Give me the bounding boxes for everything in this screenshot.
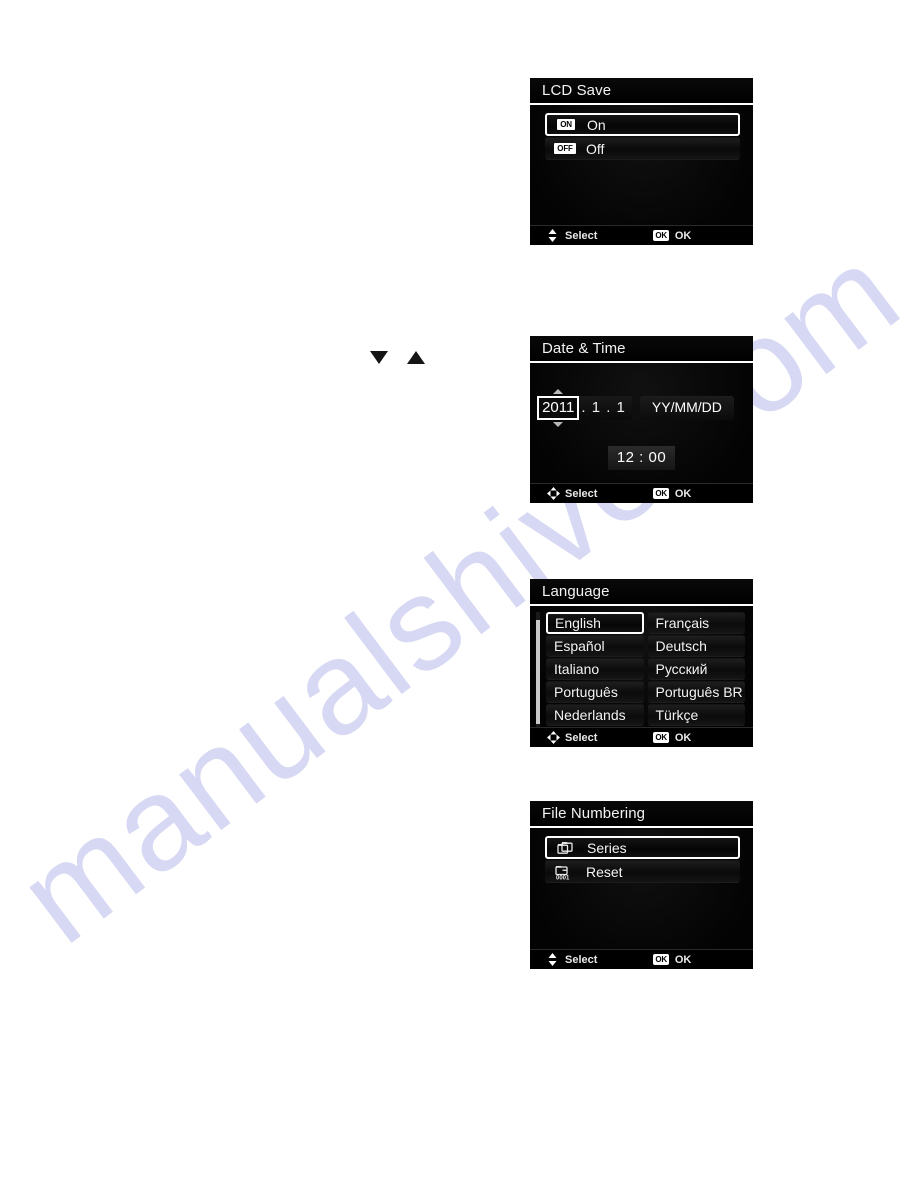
off-badge-icon: OFF — [552, 143, 578, 154]
screen-date-time: Date & Time 2011 . 1 . 1 YY/MM/DD 12 : 0… — [530, 336, 753, 503]
screen-body-date-time: 2011 . 1 . 1 YY/MM/DD 12 : 00 Select OK … — [530, 363, 753, 503]
time-value[interactable]: 12 : 00 — [607, 446, 676, 470]
on-badge-icon: ON — [553, 119, 579, 130]
footer-select-group: Select — [547, 229, 597, 242]
screen-title-language: Language — [530, 579, 753, 606]
option-label-series: Series — [587, 839, 627, 856]
date-format-value[interactable]: YY/MM/DD — [639, 396, 734, 420]
date-row: 2011 . 1 . 1 YY/MM/DD — [530, 389, 753, 427]
option-row-on[interactable]: ON On — [545, 113, 740, 136]
screen-body-language: English Français Español Deutsch Italian… — [530, 606, 753, 747]
option-row-reset[interactable]: 0001 Reset — [545, 860, 740, 883]
ok-badge-icon: OK — [653, 732, 669, 743]
screen-footer-lcd-save: Select OK OK — [530, 225, 753, 245]
year-spinner[interactable]: 2011 — [537, 389, 580, 427]
down-triangle-icon — [370, 351, 388, 364]
language-grid: English Français Español Deutsch Italian… — [546, 612, 745, 726]
language-cell-russian[interactable]: Русский — [647, 658, 745, 680]
screen-file-numbering: File Numbering Series 0001 Reset Select … — [530, 801, 753, 969]
option-label-off: Off — [586, 140, 605, 157]
folder-reset-0001-icon: 0001 — [552, 864, 578, 880]
screen-title-file-numbering: File Numbering — [530, 801, 753, 828]
screen-footer-file-numbering: Select OK OK — [530, 949, 753, 969]
footer-select-group: Select — [547, 487, 597, 500]
footer-select-label: Select — [565, 731, 598, 744]
screen-footer-date-time: Select OK OK — [530, 483, 753, 503]
ok-badge-icon: OK — [653, 954, 669, 965]
time-row: 12 : 00 — [530, 446, 753, 470]
page-watermark: manualshive.com — [0, 217, 918, 971]
chevron-up-icon[interactable] — [553, 389, 564, 394]
footer-select-label: Select — [565, 953, 598, 966]
language-cell-portugues[interactable]: Português — [546, 681, 644, 703]
ok-badge-icon: OK — [653, 488, 669, 499]
up-down-arrow-icon — [547, 953, 558, 966]
up-down-arrow-icon — [547, 229, 558, 242]
footer-ok-group: OK OK — [653, 488, 691, 500]
footer-select-group: Select — [547, 953, 597, 966]
chevron-down-icon[interactable] — [553, 422, 564, 427]
footer-select-group: Select — [547, 731, 597, 744]
option-list-file-numbering: Series 0001 Reset — [530, 828, 753, 883]
screen-title-lcd-save: LCD Save — [530, 78, 753, 105]
footer-ok-group: OK OK — [653, 732, 691, 744]
footer-ok-group: OK OK — [653, 954, 691, 966]
stacked-folders-icon — [553, 840, 579, 855]
language-cell-english[interactable]: English — [546, 612, 644, 634]
screen-title-date-time: Date & Time — [530, 336, 753, 363]
footer-select-label: Select — [565, 229, 598, 242]
screen-language: Language English Français Español Deutsc… — [530, 579, 753, 747]
option-row-series[interactable]: Series — [545, 836, 740, 859]
option-row-off[interactable]: OFF Off — [545, 137, 740, 160]
language-list-wrap: English Français Español Deutsch Italian… — [530, 606, 753, 729]
option-label-reset: Reset — [586, 863, 623, 880]
language-cell-deutsch[interactable]: Deutsch — [647, 635, 745, 657]
language-cell-espanol[interactable]: Español — [546, 635, 644, 657]
footer-ok-label: OK — [674, 487, 692, 500]
language-cell-italiano[interactable]: Italiano — [546, 658, 644, 680]
option-list-lcd-save: ON On OFF Off — [530, 105, 753, 160]
screen-lcd-save: LCD Save ON On OFF Off Select OK OK — [530, 78, 753, 245]
four-way-arrow-icon — [547, 731, 560, 744]
month-day-value[interactable]: . 1 . 1 — [579, 396, 632, 420]
footer-ok-label: OK — [674, 731, 692, 744]
ok-badge-icon: OK — [653, 230, 669, 241]
four-way-arrow-icon — [547, 487, 560, 500]
svg-text:0001: 0001 — [556, 875, 570, 880]
year-value[interactable]: 2011 — [537, 396, 580, 420]
option-label-on: On — [587, 116, 606, 133]
up-triangle-icon — [407, 351, 425, 364]
footer-ok-label: OK — [674, 229, 692, 242]
language-scrollbar[interactable] — [536, 612, 540, 729]
language-cell-francais[interactable]: Français — [647, 612, 745, 634]
language-cell-nederlands[interactable]: Nederlands — [546, 704, 644, 726]
footer-ok-group: OK OK — [653, 230, 691, 242]
language-cell-portugues-br[interactable]: Português BR — [647, 681, 745, 703]
footer-ok-label: OK — [674, 953, 692, 966]
footer-select-label: Select — [565, 487, 598, 500]
language-scrollbar-thumb[interactable] — [536, 620, 540, 724]
screen-body-lcd-save: ON On OFF Off Select OK OK — [530, 105, 753, 245]
date-time-area: 2011 . 1 . 1 YY/MM/DD 12 : 00 — [530, 363, 753, 470]
navigation-glyph-row — [370, 351, 425, 364]
language-cell-turkce[interactable]: Türkçe — [647, 704, 745, 726]
screen-body-file-numbering: Series 0001 Reset Select OK OK — [530, 828, 753, 969]
screen-footer-language: Select OK OK — [530, 727, 753, 747]
